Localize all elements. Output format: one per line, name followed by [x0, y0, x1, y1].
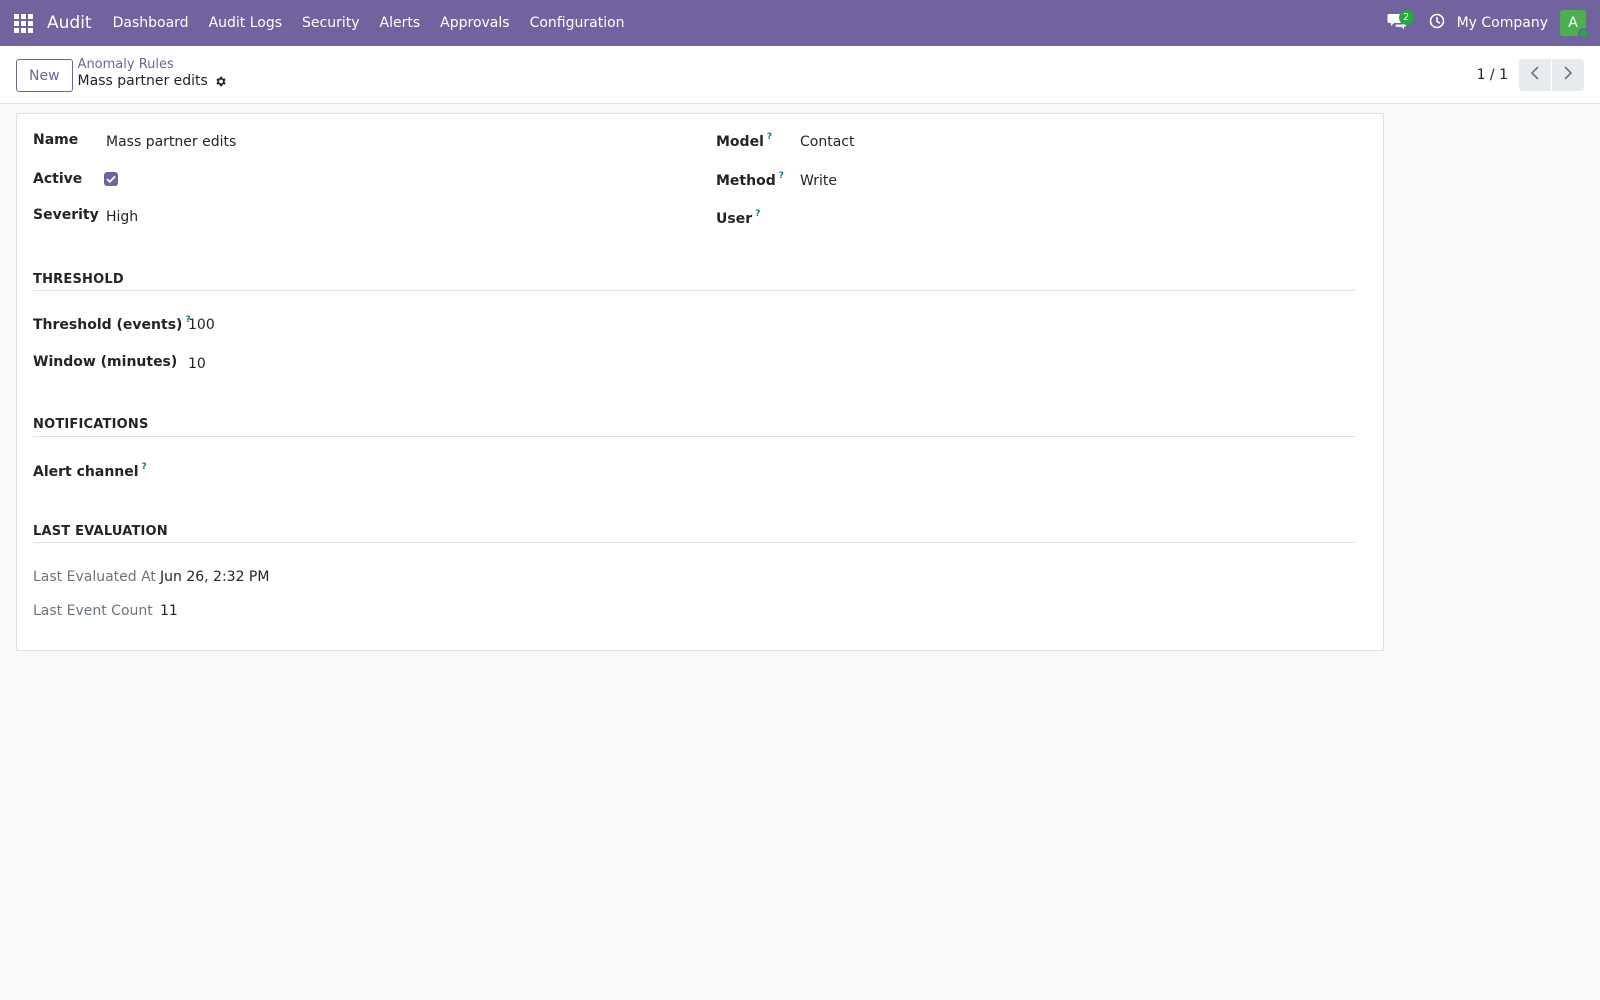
severity-label: Severity — [33, 207, 99, 223]
last-event-count-value: 11 — [160, 603, 178, 619]
messages-button[interactable]: 2 — [1379, 0, 1415, 46]
name-label: Name — [33, 132, 79, 148]
window-label: Window (minutes) — [33, 354, 178, 370]
last-evaluated-label: Last Evaluated At — [33, 569, 156, 585]
method-label: Method? — [716, 171, 784, 189]
app-name[interactable]: Audit — [47, 13, 92, 33]
alert-channel-label: Alert channel? — [33, 462, 147, 480]
user-label: User? — [716, 209, 761, 227]
menu-alerts[interactable]: Alerts — [370, 0, 431, 46]
last-evaluated-value: Jun 26, 2:32 PM — [160, 569, 270, 585]
clock-icon — [1429, 13, 1445, 33]
method-help-icon[interactable]: ? — [779, 171, 784, 181]
model-label: Model? — [716, 132, 773, 150]
window-field[interactable]: 10 — [188, 356, 206, 372]
user-help-icon[interactable]: ? — [755, 209, 760, 219]
notifications-separator — [33, 436, 1355, 437]
method-field[interactable]: Write — [800, 173, 837, 189]
apps-menu-icon[interactable] — [0, 0, 46, 46]
activities-button[interactable] — [1421, 0, 1453, 46]
name-field[interactable]: Mass partner edits — [106, 134, 236, 150]
new-button[interactable]: New — [16, 59, 73, 92]
model-help-icon[interactable]: ? — [767, 132, 772, 142]
threshold-separator — [33, 290, 1355, 291]
pager-value[interactable]: 1 / 1 — [1477, 67, 1508, 83]
breadcrumb-current: Mass partner edits — [77, 73, 208, 89]
menu-approvals[interactable]: Approvals — [430, 0, 519, 46]
messages-count-badge: 2 — [1398, 10, 1414, 25]
severity-field[interactable]: High — [106, 209, 138, 225]
menu-configuration[interactable]: Configuration — [520, 0, 635, 46]
gear-icon[interactable] — [214, 75, 227, 88]
threshold-section-title: THRESHOLD — [33, 272, 124, 287]
menu-security[interactable]: Security — [292, 0, 370, 46]
menu-audit-logs[interactable]: Audit Logs — [199, 0, 292, 46]
pager: 1 / 1 — [1477, 58, 1584, 91]
notifications-section-title: NOTIFICATIONS — [33, 417, 149, 432]
chevron-left-icon — [1530, 65, 1540, 84]
last-event-count-label: Last Event Count — [33, 603, 153, 619]
form-sheet: Name Mass partner edits Active Severity … — [16, 113, 1384, 651]
online-status-dot — [1578, 28, 1589, 39]
threshold-label: Threshold (events)? — [33, 315, 191, 333]
user-menu[interactable]: A — [1560, 10, 1589, 39]
pager-previous-button[interactable] — [1519, 58, 1551, 91]
menu-dashboard[interactable]: Dashboard — [103, 0, 199, 46]
threshold-field[interactable]: 100 — [188, 317, 215, 333]
pager-next-button[interactable] — [1552, 58, 1584, 91]
last-evaluation-separator — [33, 542, 1355, 543]
model-field[interactable]: Contact — [800, 134, 854, 150]
control-panel: New Anomaly Rules Mass partner edits 1 /… — [0, 46, 1600, 104]
company-switcher[interactable]: My Company — [1453, 15, 1558, 31]
last-evaluation-section-title: LAST EVALUATION — [33, 524, 168, 539]
alert-channel-field[interactable] — [188, 464, 688, 484]
user-field[interactable] — [800, 211, 1340, 231]
alert-channel-help-icon[interactable]: ? — [142, 462, 147, 472]
active-checkbox[interactable] — [104, 172, 118, 186]
chevron-right-icon — [1563, 65, 1573, 84]
main-menu: Dashboard Audit Logs Security Alerts App… — [103, 0, 635, 46]
breadcrumb-parent-link[interactable]: Anomaly Rules — [78, 57, 227, 72]
active-label: Active — [33, 171, 83, 187]
breadcrumb: Anomaly Rules Mass partner edits — [78, 57, 227, 90]
top-navbar: Audit Dashboard Audit Logs Security Aler… — [0, 0, 1600, 46]
